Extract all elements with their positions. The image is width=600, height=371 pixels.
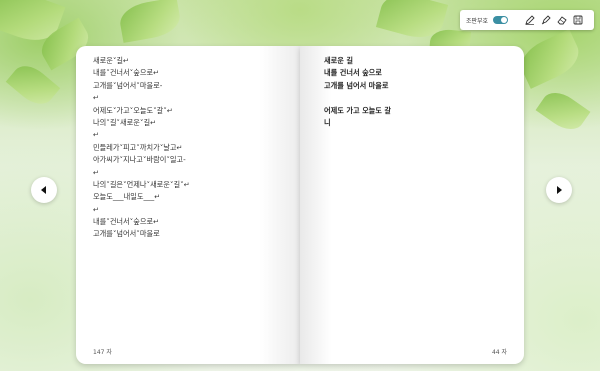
highlighter-icon[interactable]: [538, 13, 553, 28]
text-line: 오늘도___내일도___↵: [93, 192, 161, 202]
save-icon[interactable]: [570, 13, 585, 28]
leaf-decoration: [535, 85, 591, 137]
eraser-icon[interactable]: [554, 13, 569, 28]
text-line: ↵: [93, 204, 100, 214]
text-line: ↵: [93, 93, 100, 103]
text-line: 내를 건너서 숲으로: [324, 68, 382, 78]
typed-text[interactable]: 새로운 길내를 건너서 숲으로고개를 넘어서 마을로어제도 가고 오늘도 갈니: [324, 55, 391, 129]
text-line: 새로운˅길↵: [93, 56, 130, 65]
text-line: 아가씨가˅지나고˅바람이˅일고-: [93, 155, 186, 165]
right-page[interactable]: 새로운 길 내를 건너서 숲으로 고개를 넘어서 마을로 어제도 가고 오늘도 갈니 …: [300, 46, 524, 364]
next-page-button[interactable]: [546, 177, 572, 203]
symbol-toggle[interactable]: [493, 16, 509, 24]
pen-icon[interactable]: [522, 13, 537, 28]
text-line: 고개를 넘어서 마을로: [324, 80, 389, 90]
text-line: ↵: [93, 130, 100, 140]
text-line: 나의˅길˅새로운˅길↵: [93, 117, 157, 127]
open-book: 새로운˅길↵ 내를˅건너서˅숲으로↵ 고개를˅넘어서˅마을로- ↵ 어제도˅가고˅오늘도…: [76, 46, 524, 364]
left-page[interactable]: 새로운˅길↵ 내를˅건너서˅숲으로↵ 고개를˅넘어서˅마을로- ↵ 어제도˅가고˅오늘도…: [76, 46, 300, 364]
right-char-count: 44 자: [491, 349, 507, 356]
text-line: 고개를˅넘어서˅마을로-: [93, 80, 163, 90]
symbol-toggle-label: 조판부호: [466, 17, 489, 25]
annotation-toolbar: 조판부호: [460, 10, 594, 30]
text-line: ↵: [93, 167, 100, 177]
leaf-decoration: [514, 29, 586, 89]
text-line: 고개를˅넘어서˅마을로: [93, 229, 160, 239]
left-char-count: 147 자: [93, 349, 112, 356]
text-line: 민들레가˅피고˅까치가˅날고↵: [93, 142, 183, 152]
text-line: [324, 92, 391, 104]
text-line: 내를˅건너서˅숲으로↵: [93, 217, 160, 227]
prev-page-button[interactable]: [31, 177, 57, 203]
text-line: 어제도˅가고˅오늘도˅갈˅↵: [93, 105, 173, 115]
text-line: 니: [324, 117, 331, 127]
leaf-decoration: [117, 0, 183, 43]
text-line: 나의˅길은˅언제나˅새로운˅길˅↵: [93, 179, 190, 189]
chevron-right-icon: [557, 186, 562, 194]
text-line: 어제도 가고 오늘도 갈: [324, 105, 392, 115]
source-text: 새로운˅길↵ 내를˅건너서˅숲으로↵ 고개를˅넘어서˅마을로- ↵ 어제도˅가고˅오늘도…: [93, 55, 190, 241]
chevron-left-icon: [41, 186, 46, 194]
text-line: 내를˅건너서˅숲으로↵: [93, 68, 160, 78]
text-line: 새로운 길: [324, 56, 353, 65]
